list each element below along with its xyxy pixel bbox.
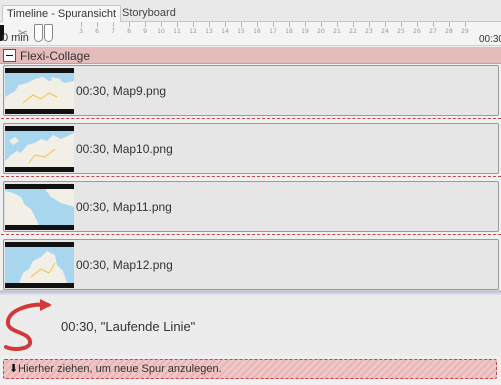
clip-label: 00:30, Map12.png — [76, 258, 173, 272]
ruler-tick-label: 28 — [445, 28, 453, 35]
ruler-tick-label: 14 — [221, 28, 229, 35]
ruler-tick — [145, 22, 146, 27]
ruler-tick — [385, 22, 386, 27]
ruler-tick-label: 12 — [189, 28, 197, 35]
clip-label: 00:30, Map9.png — [76, 84, 167, 98]
clip-row[interactable]: 00:30, Map12.png — [1, 239, 501, 293]
clip-label: 00:30, Map11.png — [76, 200, 172, 214]
ruler-tick — [337, 22, 338, 27]
ruler-tick-label: 29 — [461, 28, 469, 35]
ruler-tick-label: 9 — [143, 28, 147, 35]
ruler-tick-label: 21 — [333, 28, 341, 35]
ruler-tick-label: 24 — [381, 28, 389, 35]
animation-track[interactable]: 00:30, "Laufende Linie" — [0, 290, 501, 356]
ruler-end-label: 00:30 — [478, 34, 501, 45]
ruler-tick-label: 13 — [205, 28, 213, 35]
group-title: Flexi-Collage — [20, 49, 91, 63]
range-start-handle[interactable] — [34, 24, 43, 42]
animation-label: 00:30, "Laufende Linie" — [61, 319, 196, 334]
map-thumbnail-icon — [5, 68, 74, 114]
clip-row[interactable]: 00:30, Map10.png — [1, 123, 501, 177]
ruler-tick — [353, 22, 354, 27]
ruler-tick-label: 25 — [397, 28, 405, 35]
ruler-tick — [225, 22, 226, 27]
ruler-tick — [257, 22, 258, 27]
ruler-tick — [193, 22, 194, 27]
ruler-tick — [273, 22, 274, 27]
ruler-tick-label: 17 — [269, 28, 277, 35]
ruler-tick-label: 15 — [237, 28, 245, 35]
ruler-tick — [129, 22, 130, 27]
scissors-icon[interactable]: ✂ — [18, 26, 28, 40]
ruler-tick-label: 20 — [317, 28, 325, 35]
ruler-tick-label: 11 — [173, 28, 181, 35]
ruler-tick — [97, 22, 98, 27]
ruler-tick-label: 16 — [253, 28, 261, 35]
tab-timeline[interactable]: Timeline - Spuransicht — [2, 5, 122, 22]
ruler-tick — [113, 22, 114, 27]
arrow-down-icon: ⬇ — [9, 363, 19, 375]
tab-storyboard[interactable]: Storyboard — [118, 5, 180, 22]
clip-row[interactable]: 00:30, Map9.png — [1, 65, 501, 119]
map-thumbnail-icon — [5, 242, 74, 288]
ruler-tick — [417, 22, 418, 27]
dropzone-label: Hierher ziehen, um neue Spur anzulegen. — [18, 363, 222, 375]
running-line-icon — [4, 299, 52, 351]
ruler-tick — [321, 22, 322, 27]
collapse-toggle-button[interactable] — [3, 49, 16, 62]
ruler-tick-label: 27 — [429, 28, 437, 35]
ruler-tick — [433, 22, 434, 27]
ruler-tick — [161, 22, 162, 27]
ruler-tick — [401, 22, 402, 27]
tab-bar: Timeline - Spuransicht Storyboard — [0, 0, 501, 22]
ruler-tick — [449, 22, 450, 27]
ruler-tick-label: 6 — [95, 28, 99, 35]
ruler-tick — [177, 22, 178, 27]
clip-label: 00:30, Map10.png — [76, 142, 173, 156]
ruler-tick-label: 8 — [127, 28, 131, 35]
map-thumbnail-icon — [5, 184, 74, 230]
range-end-handle[interactable] — [44, 24, 53, 42]
ruler-tick-label: 23 — [365, 28, 373, 35]
ruler-tick-label: 19 — [301, 28, 309, 35]
ruler-tick-label: 10 — [157, 28, 165, 35]
ruler-tick-label: 3 — [79, 28, 83, 35]
group-header[interactable]: Flexi-Collage — [0, 47, 501, 64]
ruler-tick — [289, 22, 290, 27]
ruler-tick — [241, 22, 242, 27]
ruler-tick-label: 18 — [285, 28, 293, 35]
ruler-tick-label: 7 — [111, 28, 115, 35]
ruler-tick — [305, 22, 306, 27]
map-thumbnail-icon — [5, 126, 74, 172]
time-ruler[interactable]: 0 min ✂ 3 6 7 8 9 10 11 12 13 14 15 16 17 18 19 20 21 22 2… — [0, 22, 501, 46]
ruler-tick — [369, 22, 370, 27]
ruler-tick-label: 26 — [413, 28, 421, 35]
ruler-tick — [81, 22, 82, 27]
ruler-tick-label: 22 — [349, 28, 357, 35]
ruler-tick — [209, 22, 210, 27]
clip-row[interactable]: 00:30, Map11.png — [1, 181, 501, 235]
ruler-tick — [465, 22, 466, 27]
new-track-dropzone[interactable]: ⬇ Hierher ziehen, um neue Spur anzulegen… — [3, 359, 497, 379]
